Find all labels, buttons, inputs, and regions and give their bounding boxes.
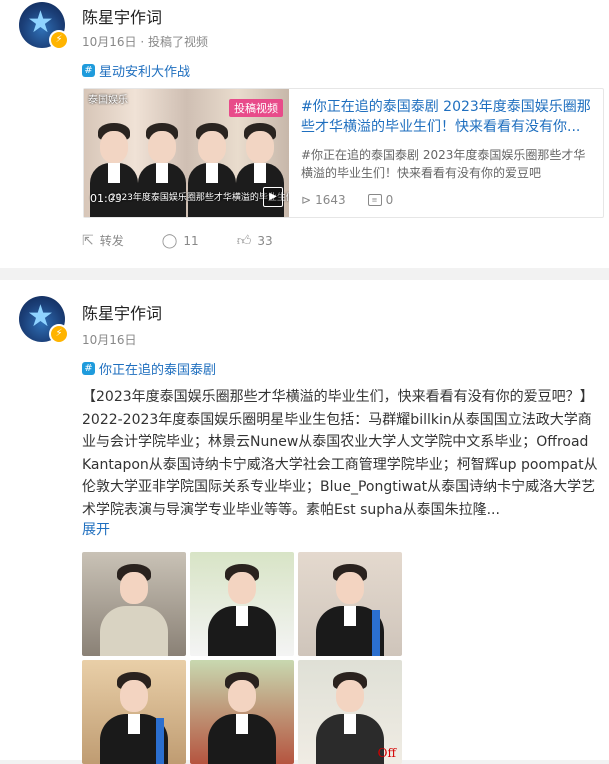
comment-button[interactable]: ◯ 11 (162, 232, 199, 249)
like-button[interactable]: 👍︎ 33 (237, 232, 273, 249)
author-name[interactable]: 陈星宇作词 (82, 4, 162, 28)
play-icon[interactable]: ▶ (263, 187, 283, 207)
comment-icon: ◯ (161, 232, 178, 249)
author-name[interactable]: 陈星宇作词 (82, 300, 162, 324)
post-source: 投稿了视频 (148, 35, 209, 49)
like-icon: 👍︎ (236, 233, 252, 249)
view-count: ⊳ 1643 (301, 193, 346, 207)
verified-badge-icon: ⚡ (49, 30, 69, 50)
repost-icon: ⇱ (82, 232, 94, 249)
topic-label: 你正在追的泰国泰剧 (99, 363, 217, 378)
photo-thumbnail[interactable] (190, 660, 294, 764)
post-date[interactable]: 10月16日 (82, 35, 137, 49)
post-body-text: 【2023年度泰国娱乐圈那些才华横溢的毕业生们，快来看看有没有你的爱豆吧？】20… (82, 389, 598, 518)
video-tag: 投稿视频 (229, 99, 283, 117)
topic-label: 星动安利大作战 (99, 65, 191, 80)
photo-logo: Off (377, 746, 396, 760)
verified-badge-icon: ⚡ (49, 324, 69, 344)
photo-thumbnail[interactable] (190, 552, 294, 656)
share-description: #你正在追的泰国泰剧 2023年度泰国娱乐圈那些才华横溢的毕业生们！快来看看有没… (301, 148, 586, 180)
repost-button[interactable]: ⇱ 转发 (82, 232, 124, 249)
comment-button-count: 11 (183, 233, 199, 248)
video-share-card[interactable]: 泰国娱乐 投稿视频 01:03 2023年度泰国娱乐圈那些才华横溢的毕业生们 ▶… (83, 88, 604, 218)
video-thumbnail[interactable]: 泰国娱乐 投稿视频 01:03 2023年度泰国娱乐圈那些才华横溢的毕业生们 ▶ (84, 89, 289, 217)
like-count: 33 (257, 233, 273, 248)
topic-link[interactable]: # 星动安利大作战 (82, 61, 190, 80)
post-actions: ⇱ 转发 ◯ 11 👍︎ 33 (82, 232, 273, 250)
share-stats: ⊳ 1643 ≡ 0 (301, 193, 393, 207)
play-count-icon: ⊳ (301, 193, 312, 207)
photo-thumbnail[interactable] (82, 660, 186, 764)
comment-box-icon: ≡ (367, 194, 382, 206)
thumb-brand: 泰国娱乐 (88, 95, 128, 106)
photo-thumbnail[interactable]: Off (298, 660, 402, 764)
comment-count-value: 0 (385, 193, 394, 207)
photo-thumbnail[interactable] (82, 552, 186, 656)
share-title[interactable]: #你正在追的泰国泰剧 2023年度泰国娱乐圈那些才华横溢的毕业生们！快来看看有没… (301, 97, 593, 137)
topic-link[interactable]: # 你正在追的泰国泰剧 (82, 359, 216, 378)
view-count-value: 1643 (315, 193, 346, 207)
post-meta: 10月16日 · 投稿了视频 (82, 33, 208, 50)
repost-label: 转发 (99, 234, 124, 248)
post-card-1: ★ ⚡ 陈星宇作词 10月16日 · 投稿了视频 # 星动安利大作战 泰国娱乐 … (0, 0, 609, 268)
photo-thumbnail[interactable] (298, 552, 402, 656)
expand-link[interactable]: 展开 (82, 519, 110, 539)
comment-count: ≡ 0 (367, 193, 394, 207)
topic-hash-icon: # (82, 64, 95, 77)
meta-separator: · (140, 35, 149, 49)
topic-hash-icon: # (82, 362, 95, 375)
post-date[interactable]: 10月16日 (82, 331, 137, 348)
photo-grid: Off (82, 552, 402, 764)
